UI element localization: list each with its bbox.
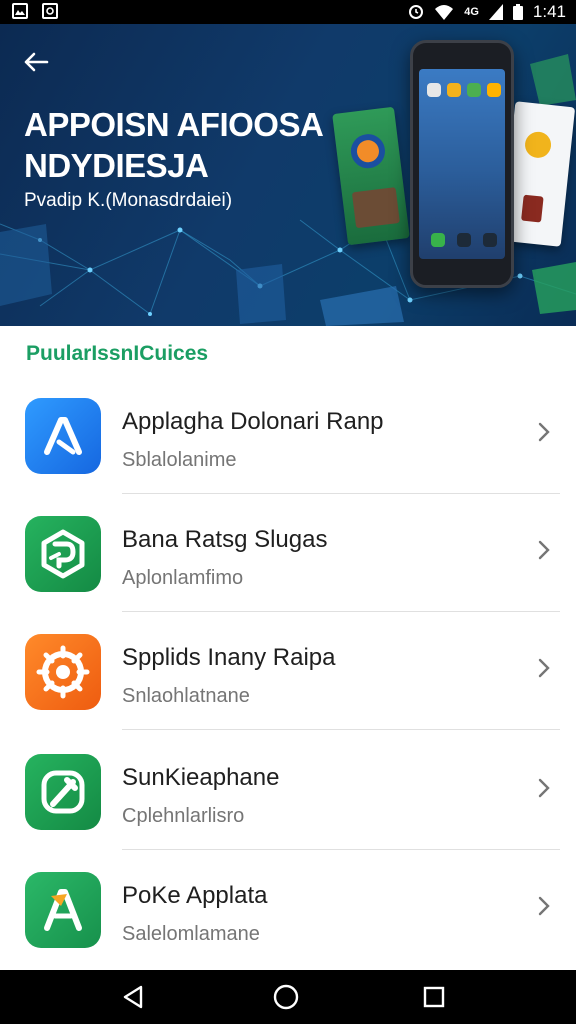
chevron-right-icon: [538, 540, 550, 560]
app-name: Spplids Inany Raipa: [122, 644, 336, 671]
app-icon-tile: [25, 398, 101, 474]
nav-recents-button[interactable]: [418, 982, 450, 1012]
list-item[interactable]: Applagha Dolonari Ranp Sblalolanime: [0, 376, 576, 494]
phone-dock: [431, 233, 497, 247]
phone-dock-apps-icon: [457, 233, 471, 247]
phone-app-icon-1: [427, 83, 441, 97]
header-banner: APPOISN AFIOOSA NDYDIESJA Pvadip K.(Mona…: [0, 24, 576, 326]
signal-icon: [488, 4, 503, 20]
chevron-right-icon: [538, 896, 550, 916]
navigation-bar: [0, 970, 576, 1024]
list-item[interactable]: Spplids Inany Raipa Snlaohlatnane: [0, 612, 576, 730]
app-icon-tile: [25, 634, 101, 710]
chevron-right-icon: [538, 778, 550, 798]
gear-target-icon: [36, 645, 90, 699]
back-button[interactable]: [18, 46, 54, 78]
status-system-icons: 4G 1:41: [408, 2, 566, 22]
pencil-tool-icon: [41, 770, 85, 814]
square-recents-icon: [423, 986, 445, 1008]
app-icon-tile: [25, 516, 101, 592]
phone-dock-call-icon: [431, 233, 445, 247]
app-name: SunKieaphane: [122, 764, 280, 791]
phone-dock-camera-icon: [483, 233, 497, 247]
card-badge-icon: [523, 130, 553, 160]
list-divider: [122, 729, 560, 730]
list-item[interactable]: SunKieaphane Cplehnlarlisro: [0, 732, 576, 850]
phone-app-icon-4: [487, 83, 501, 97]
section-title: PuularIssnICuices: [26, 342, 209, 365]
chevron-right-icon: [538, 422, 550, 442]
page-subtitle: Pvadip K.(Monasdrdaiei): [24, 190, 233, 211]
page-title: APPOISN AFIOOSA NDYDIESJA: [24, 104, 354, 186]
app-icon-tile: [25, 754, 101, 830]
phone-illustration: [410, 40, 514, 288]
app-name: Bana Ratsg Slugas: [122, 526, 328, 553]
app-notification-icon: [42, 3, 58, 19]
phone-app-icon-3: [467, 83, 481, 97]
list-item[interactable]: Bana Ratsg Slugas Aplonlamfimo: [0, 494, 576, 612]
chevron-right-icon: [538, 658, 550, 678]
letter-a-icon: [44, 889, 82, 931]
battery-icon: [512, 4, 523, 20]
nav-back-button[interactable]: [117, 982, 149, 1012]
signal-label: 4G: [464, 6, 479, 18]
card-logo-icon: [349, 132, 387, 171]
triangle-back-icon: [123, 985, 143, 1009]
app-name: PoKe Applata: [122, 882, 268, 909]
card-figure: [521, 194, 544, 223]
app-subtitle: Aplonlamfimo: [122, 567, 244, 589]
phone-screen: [419, 69, 505, 259]
status-notifications: [12, 3, 58, 19]
image-icon: [12, 3, 28, 19]
arrow-left-icon: [24, 52, 49, 72]
app-subtitle: Sblalolanime: [122, 449, 237, 471]
status-bar: 4G 1:41: [0, 0, 576, 24]
app-subtitle: Salelomlamane: [122, 923, 260, 945]
app-name: Applagha Dolonari Ranp: [122, 408, 384, 435]
app-subtitle: Snlaohlatnane: [122, 685, 250, 707]
status-time: 1:41: [532, 2, 566, 21]
card-image: [351, 187, 400, 229]
list-item[interactable]: PoKe Applata Salelomlamane: [0, 850, 576, 968]
app-subtitle: Cplehnlarlisro: [122, 805, 245, 827]
wifi-icon: [435, 5, 454, 20]
app-store-a-icon: [44, 417, 82, 455]
page-title-line1: APPOISN AFIOOSA: [24, 106, 324, 143]
page-title-line2: NDYDIESJA: [24, 147, 209, 184]
hexagon-puzzle-icon: [41, 529, 85, 579]
nav-home-button[interactable]: [270, 982, 302, 1012]
phone-app-icon-2: [447, 83, 461, 97]
alarm-icon: [409, 5, 424, 19]
app-icon-tile: [25, 872, 101, 948]
circle-home-icon: [273, 984, 299, 1010]
